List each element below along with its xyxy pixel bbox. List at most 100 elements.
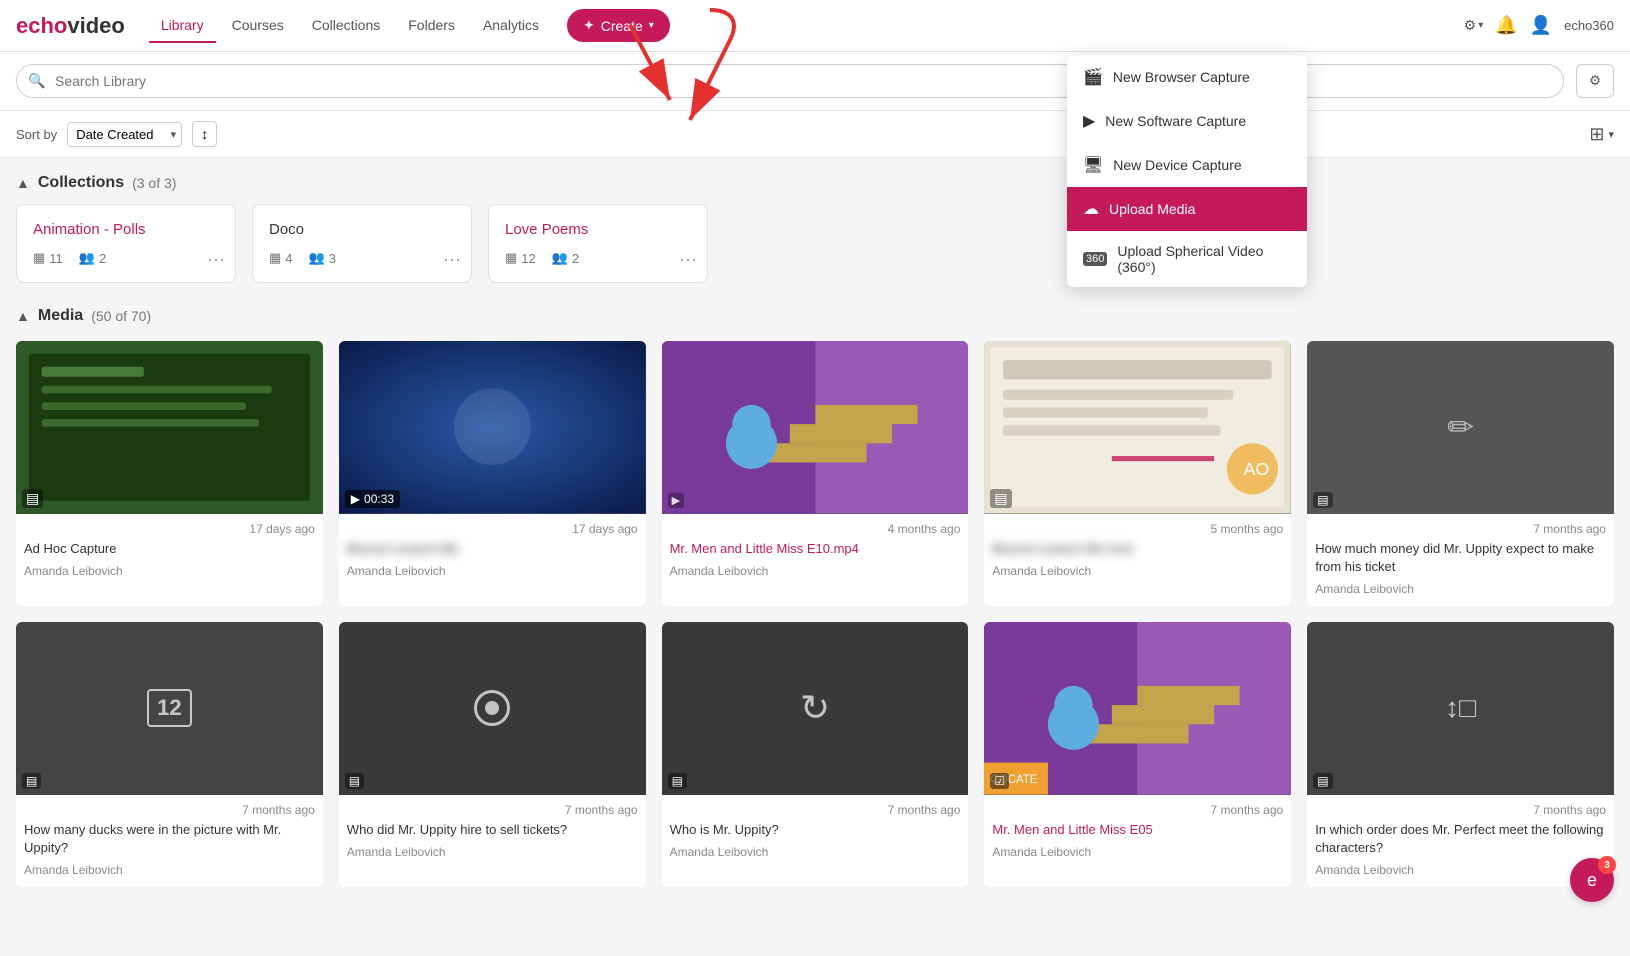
collection-name: Animation - Polls xyxy=(33,221,219,238)
upload-media-label: Upload Media xyxy=(1109,201,1195,217)
nav-folders[interactable]: Folders xyxy=(396,9,467,43)
collection-meta: ▦ 4 👥 3 xyxy=(269,250,455,266)
media-author: Amanda Leibovich xyxy=(984,843,1291,869)
media-thumbnail: ↺ ▤ xyxy=(662,622,969,795)
collection-meta: ▦ 11 👥 2 xyxy=(33,250,219,266)
collection-more-button[interactable]: ··· xyxy=(679,249,697,270)
media-thumbnail: COCATE ☑ xyxy=(984,622,1291,795)
collections-section-header: ▲ Collections (3 of 3) xyxy=(16,174,1614,192)
media-author: Amanda Leibovich xyxy=(662,843,969,869)
video-icon: ▦ xyxy=(269,250,281,266)
logo[interactable]: echovideo xyxy=(16,13,125,39)
collection-card-animation-polls[interactable]: Animation - Polls ▦ 11 👥 2 ··· xyxy=(16,204,236,283)
sort-order-button[interactable]: ↕ xyxy=(192,121,217,147)
collections-grid: Animation - Polls ▦ 11 👥 2 ··· Doco ▦ 4 xyxy=(16,204,1614,283)
media-time-ago: 7 months ago xyxy=(662,795,969,819)
svg-text:AO: AO xyxy=(1244,459,1270,479)
collection-card-doco[interactable]: Doco ▦ 4 👥 3 ··· xyxy=(252,204,472,283)
collection-more-button[interactable]: ··· xyxy=(207,249,225,270)
collection-member-count: 👥 2 xyxy=(79,250,106,266)
nav-library[interactable]: Library xyxy=(149,9,216,43)
nav-courses[interactable]: Courses xyxy=(220,9,296,43)
main-content: ▲ Collections (3 of 3) Animation - Polls… xyxy=(0,158,1630,956)
sort-select[interactable]: Date Created Title Duration Date Modifie… xyxy=(67,122,182,147)
echo360-badge: echo360 xyxy=(1564,18,1614,33)
create-icon: ✦ xyxy=(583,17,595,34)
main-nav: Library Courses Collections Folders Anal… xyxy=(149,9,551,43)
device-capture-label: New Device Capture xyxy=(1113,157,1241,173)
nav-collections[interactable]: Collections xyxy=(300,9,392,43)
sort-by-label: Sort by xyxy=(16,127,57,142)
media-title: Media xyxy=(38,307,83,325)
media-title-text: Ad Hoc Capture xyxy=(16,538,323,562)
chat-badge-count: 3 xyxy=(1598,856,1616,874)
media-card-ducks[interactable]: 12 ▤ 7 months ago How many ducks were in… xyxy=(16,622,323,887)
media-card-who-is-mr-uppity[interactable]: ↺ ▤ 7 months ago Who is Mr. Uppity? Aman… xyxy=(662,622,969,887)
media-title-text: Mr. Men and Little Miss E05 xyxy=(984,819,1291,843)
media-card-mr-uppity-hire[interactable]: ▤ 7 months ago Who did Mr. Uppity hire t… xyxy=(339,622,646,887)
notifications-icon[interactable]: 🔔 xyxy=(1495,15,1517,36)
collection-name: Doco xyxy=(269,221,455,238)
filter-button[interactable]: ⚙ xyxy=(1576,64,1614,98)
media-time-ago: 17 days ago xyxy=(16,514,323,538)
grid-toggle[interactable]: ⊞ ▾ xyxy=(1589,124,1614,145)
media-time-ago: 17 days ago xyxy=(339,514,646,538)
dropdown-upload-media[interactable]: ☁ Upload Media xyxy=(1067,187,1307,231)
media-thumbnail: ✏ ▤ xyxy=(1307,341,1614,514)
video-icon: ▦ xyxy=(33,250,45,266)
media-type-icon: ▶ xyxy=(668,493,684,508)
create-label: Create xyxy=(601,18,643,34)
collection-more-button[interactable]: ··· xyxy=(443,249,461,270)
media-type-checkbox: ☑ xyxy=(990,773,1009,789)
media-time-ago: 5 months ago xyxy=(984,514,1291,538)
media-type-icon: ▤ xyxy=(22,489,43,508)
media-card-mr-perfect[interactable]: ↕□ ▤ 7 months ago In which order does Mr… xyxy=(1307,622,1614,887)
media-author: Amanda Leibovich xyxy=(16,562,323,588)
spherical-icon: 360 xyxy=(1083,252,1107,266)
media-count: (50 of 70) xyxy=(91,308,151,324)
media-title-text: How many ducks were in the picture with … xyxy=(16,819,323,861)
collections-toggle[interactable]: ▲ xyxy=(16,175,30,191)
media-card-mrmen-e05[interactable]: COCATE ☑ 7 months ago Mr. Men and Little… xyxy=(984,622,1291,887)
media-card-blurred-1[interactable]: ▶ 00:33 17 days ago Blurred content titl… xyxy=(339,341,646,606)
search-container: 🔍 xyxy=(16,64,1564,98)
settings-button[interactable]: ⚙ ▾ xyxy=(1464,17,1484,34)
dropdown-new-browser-capture[interactable]: 🎬 New Browser Capture xyxy=(1067,55,1307,99)
filter-icon: ⚙ xyxy=(1589,73,1601,88)
media-card-ad-hoc[interactable]: ▤ 17 days ago Ad Hoc Capture Amanda Leib… xyxy=(16,341,323,606)
media-card-mrmen-e10[interactable]: ▶ 4 months ago Mr. Men and Little Miss E… xyxy=(662,341,969,606)
chat-badge[interactable]: e 3 xyxy=(1570,858,1614,902)
media-time-ago: 7 months ago xyxy=(1307,795,1614,819)
collection-member-count: 👥 3 xyxy=(309,250,336,266)
media-author: Amanda Leibovich xyxy=(1307,861,1614,887)
gear-icon: ⚙ xyxy=(1464,17,1477,34)
members-icon: 👥 xyxy=(309,250,325,266)
dropdown-new-device-capture[interactable]: 🖥 New Device Capture xyxy=(1067,143,1307,187)
grid-chevron-icon: ▾ xyxy=(1608,128,1614,141)
media-title-text: Blurred content title here xyxy=(984,538,1291,562)
media-toggle[interactable]: ▲ xyxy=(16,308,30,324)
create-dropdown: 🎬 New Browser Capture ▶ New Software Cap… xyxy=(1067,55,1307,287)
collections-count: (3 of 3) xyxy=(132,175,176,191)
collection-card-love-poems[interactable]: Love Poems ▦ 12 👥 2 ··· xyxy=(488,204,708,283)
gear-chevron-icon: ▾ xyxy=(1478,20,1483,31)
create-button[interactable]: ✦ Create ▾ xyxy=(567,9,670,42)
media-title-text: Blurred content title xyxy=(339,538,646,562)
dropdown-upload-360[interactable]: 360 Upload Spherical Video (360°) xyxy=(1067,231,1307,287)
media-thumbnail: ▤ xyxy=(339,622,646,795)
media-card-blurred-2[interactable]: AO ▤ 5 months ago Blurred content title … xyxy=(984,341,1291,606)
user-icon[interactable]: 👤 xyxy=(1530,15,1552,36)
media-section-header: ▲ Media (50 of 70) xyxy=(16,307,1614,325)
header-right: ⚙ ▾ 🔔 👤 echo360 xyxy=(1464,15,1614,36)
search-input[interactable] xyxy=(16,64,1564,98)
collection-meta: ▦ 12 👥 2 xyxy=(505,250,691,266)
media-author: Amanda Leibovich xyxy=(1307,580,1614,606)
media-time-ago: 7 months ago xyxy=(984,795,1291,819)
media-title-text: Mr. Men and Little Miss E10.mp4 xyxy=(662,538,969,562)
dropdown-new-software-capture[interactable]: ▶ New Software Capture xyxy=(1067,99,1307,143)
media-card-mr-uppity-ticket[interactable]: ✏ ▤ 7 months ago How much money did Mr. … xyxy=(1307,341,1614,606)
collections-title: Collections xyxy=(38,174,124,192)
media-title-text: In which order does Mr. Perfect meet the… xyxy=(1307,819,1614,861)
software-capture-icon: ▶ xyxy=(1083,111,1095,131)
nav-analytics[interactable]: Analytics xyxy=(471,9,551,43)
